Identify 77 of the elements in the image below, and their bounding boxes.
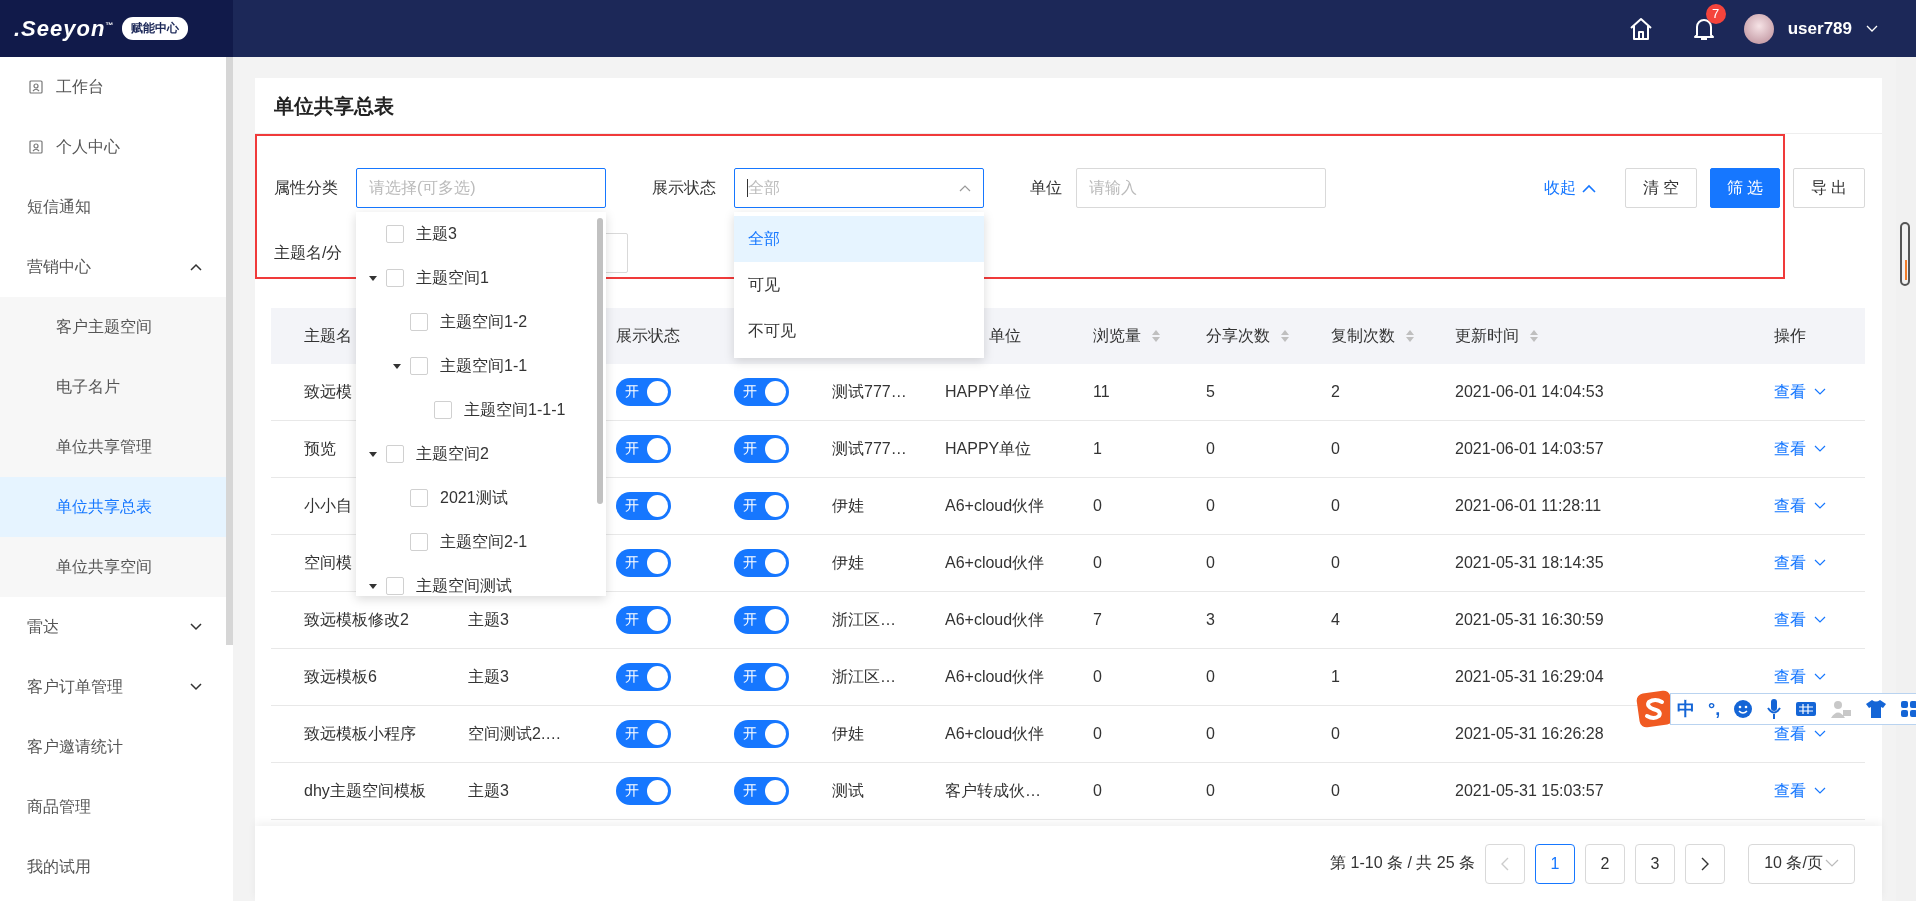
table-cell-text: A6+cloud伙伴	[945, 723, 1045, 744]
column-header: 单位	[989, 325, 1021, 346]
table-cell: 0	[1206, 782, 1215, 800]
table-cell: 3	[1206, 611, 1215, 629]
table-cell: 2021-06-01 14:04:53	[1455, 383, 1604, 401]
table-cell-text: 测试	[832, 780, 864, 801]
table-cell-text: 伊娃	[832, 495, 864, 516]
table-cell-text: 浙江区…	[832, 666, 896, 687]
table-cell: 5	[1206, 383, 1215, 401]
table-cell: 2021-05-31 16:30:59	[1455, 611, 1604, 629]
table-cell: 0	[1093, 782, 1102, 800]
logo: .Seeyon$^{™}$	[14, 15, 115, 42]
table-cell-text: 伊娃	[832, 552, 864, 573]
table-cell-text: dhy主题空间模板	[304, 780, 426, 801]
table-cell: 11	[1093, 383, 1110, 401]
table-cell-text: 测试777…	[832, 381, 907, 402]
column-header: 操作	[1774, 325, 1806, 346]
filter-label: 展示状态	[652, 177, 717, 198]
column-header: 展示状态	[616, 325, 680, 346]
logo-badge: 赋能中心	[122, 17, 189, 40]
table-cell-text: 致远模板小程序	[304, 723, 416, 744]
table-cell-text: 空间模	[304, 552, 352, 573]
table-cell-text: 致远模板6	[304, 666, 377, 687]
page-summary: 第 1-10 条 / 共 25 条	[1330, 853, 1475, 873]
column-header: 浏览量	[1093, 325, 1141, 346]
table-cell-text: 客户转成伙…	[945, 780, 1041, 801]
table-cell-text: 小小自	[304, 495, 352, 516]
table-cell: 2021-05-31 15:03:57	[1455, 782, 1604, 800]
table-cell-text: A6+cloud伙伴	[945, 552, 1045, 573]
table-cell: 0	[1093, 497, 1102, 515]
table-cell: 0	[1206, 668, 1215, 686]
column-header: 更新时间	[1455, 325, 1519, 346]
table-cell: 2021-05-31 18:14:35	[1455, 554, 1604, 572]
table-cell: 0	[1331, 497, 1340, 515]
table-cell: 0	[1093, 554, 1102, 572]
filter-label: 主题名/分	[274, 242, 344, 263]
table-cell: 2021-05-31 16:26:28	[1455, 725, 1604, 743]
column-header: 主题名	[304, 325, 352, 346]
table-cell: 7	[1093, 611, 1102, 629]
table-cell: 0	[1331, 725, 1340, 743]
table-cell: 0	[1331, 554, 1340, 572]
table-cell-text: 伊娃	[832, 723, 864, 744]
table-cell-text: HAPPY单位	[945, 438, 1032, 459]
filter-label: 属性分类	[274, 177, 339, 198]
table-cell-text: 主题3	[468, 780, 509, 801]
table-cell: 2021-06-01 11:28:11	[1455, 497, 1602, 515]
page-title: 单位共享总表	[255, 78, 1882, 134]
table-cell: 0	[1206, 725, 1215, 743]
table-cell: 0	[1206, 497, 1215, 515]
column-header: 分享次数	[1206, 325, 1270, 346]
table-cell: 0	[1206, 440, 1215, 458]
table-cell-text: 主题3	[468, 666, 509, 687]
table-cell-text: 空间测试2.…	[468, 723, 562, 744]
table-cell: 2021-05-31 16:29:04	[1455, 668, 1604, 686]
table-cell: 1	[1093, 440, 1102, 458]
table-cell-text: 主题3	[468, 609, 509, 630]
table-cell: 1	[1331, 668, 1340, 686]
filter-label: 单位	[1030, 177, 1063, 198]
table-cell: 0	[1331, 782, 1340, 800]
table-cell-text: A6+cloud伙伴	[945, 609, 1045, 630]
table-cell: 2021-06-01 14:03:57	[1455, 440, 1604, 458]
table-cell-text: A6+cloud伙伴	[945, 495, 1045, 516]
table-cell: 0	[1093, 668, 1102, 686]
table-cell: 0	[1206, 554, 1215, 572]
notification-badge: 7	[1705, 3, 1726, 24]
table-cell-text: 浙江区…	[832, 609, 896, 630]
table-cell-text: 致远模板修改2	[304, 609, 409, 630]
table-cell: 4	[1331, 611, 1340, 629]
table-cell-text: HAPPY单位	[945, 381, 1032, 402]
table-cell-text: A6+cloud伙伴	[945, 666, 1045, 687]
table-cell: 0	[1093, 725, 1102, 743]
table-cell-text: 致远模	[304, 381, 352, 402]
column-header: 复制次数	[1331, 325, 1395, 346]
table-cell-text: 测试777…	[832, 438, 907, 459]
table-cell: 0	[1331, 440, 1340, 458]
table-cell-text: 预览	[304, 438, 336, 459]
table-cell: 2	[1331, 383, 1340, 401]
